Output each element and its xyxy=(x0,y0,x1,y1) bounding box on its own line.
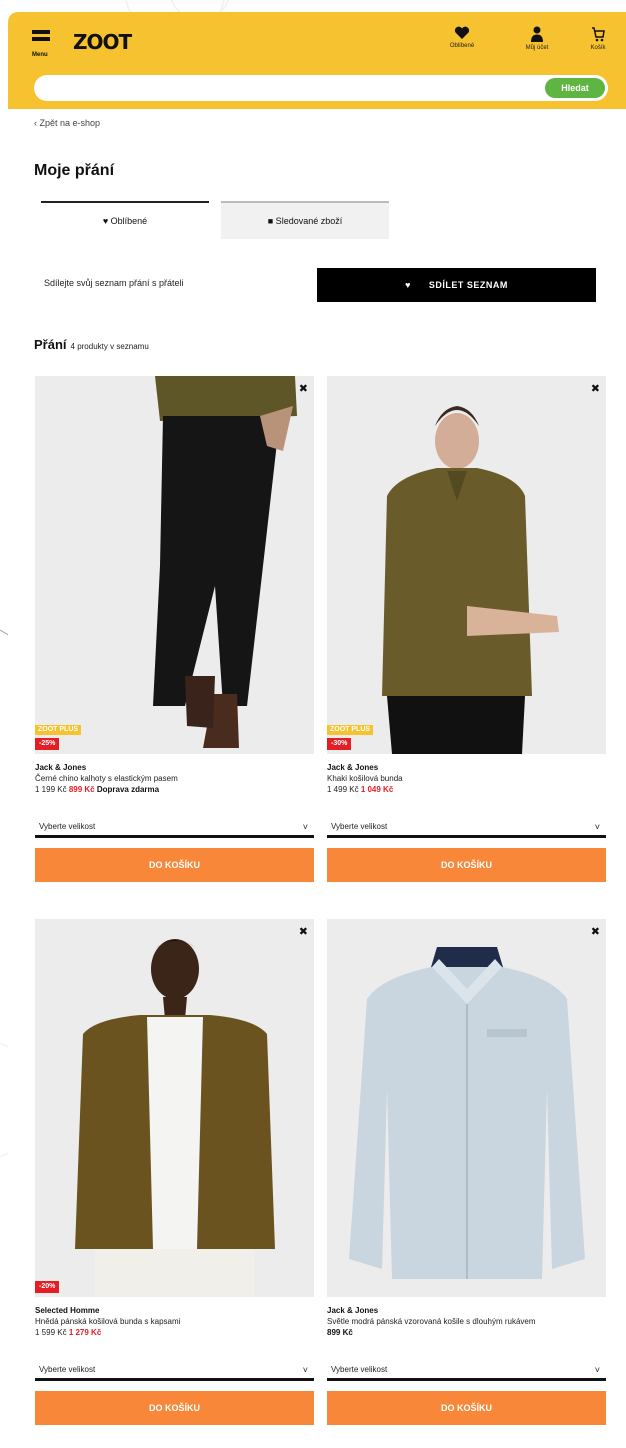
product-price: 1 199 Kč 899 Kč Doprava zdarma xyxy=(35,784,314,795)
wishlist-page: Menu ZOOT Oblíbené Můj účet Košík Hledat xyxy=(8,12,626,1448)
account-link[interactable]: Můj účet xyxy=(515,26,559,51)
product-meta: Selected Homme Hnědá pánská košilová bun… xyxy=(35,1305,314,1338)
heart-icon: ♥ xyxy=(405,280,411,290)
tab-watched[interactable]: ■ Sledované zboží xyxy=(221,201,389,239)
add-to-cart-button[interactable]: DO KOŠÍKU xyxy=(35,848,314,882)
cart-link[interactable]: Košík xyxy=(578,26,618,51)
plus-badge: ZOOT PLUS xyxy=(35,725,82,735)
product-brand: Selected Homme xyxy=(35,1306,100,1315)
product-brand: Jack & Jones xyxy=(35,763,87,772)
product-name[interactable]: Světle modrá pánská vzorovaná košile s d… xyxy=(327,1316,606,1327)
add-to-cart-button[interactable]: DO KOŠÍKU xyxy=(327,1391,606,1425)
size-select[interactable]: Vyberte velikost ˅ xyxy=(327,1359,606,1381)
price-new: 1 279 Kč xyxy=(68,1328,102,1337)
account-label: Můj účet xyxy=(525,45,549,51)
size-select-value: Vyberte velikost xyxy=(331,822,388,831)
heart-icon xyxy=(454,26,470,39)
add-to-cart-button[interactable]: DO KOŠÍKU xyxy=(35,1391,314,1425)
price-old: 1 599 Kč xyxy=(35,1328,67,1337)
chevron-down-icon: ˅ xyxy=(594,1365,600,1375)
product-meta: Jack & Jones Černé chino kalhoty s elast… xyxy=(35,762,314,795)
favorites-link[interactable]: Oblíbené xyxy=(440,26,484,49)
share-button-label: SDÍLET SEZNAM xyxy=(428,280,508,290)
price-note: Doprava zdarma xyxy=(96,785,160,794)
size-select[interactable]: Vyberte velikost ˅ xyxy=(327,816,606,838)
wishlist-tabs: ♥ Oblíbené ■ Sledované zboží xyxy=(41,201,389,239)
product-meta: Jack & Jones Khaki košilová bunda 1 499 … xyxy=(327,762,606,795)
site-header: Menu ZOOT Oblíbené Můj účet Košík Hledat xyxy=(8,12,626,109)
size-select[interactable]: Vyberte velikost ˅ xyxy=(35,816,314,838)
chevron-down-icon: ˅ xyxy=(302,1365,308,1375)
remove-icon[interactable]: ✖ xyxy=(591,382,600,395)
price-new: 899 Kč xyxy=(68,785,95,794)
chevron-down-icon: ˅ xyxy=(302,822,308,832)
price-old: 1 199 Kč xyxy=(35,785,67,794)
zoot-logo[interactable]: ZOOT xyxy=(73,30,132,54)
breadcrumb[interactable]: ‹ Zpět na e-shop xyxy=(34,118,100,128)
product-name[interactable]: Černé chino kalhoty s elastickým pasem xyxy=(35,773,314,784)
product-brand: Jack & Jones xyxy=(327,763,379,772)
page-title: Moje přání xyxy=(34,162,115,179)
menu-label: Menu xyxy=(32,52,48,58)
favorites-label: Oblíbené xyxy=(449,43,475,49)
remove-icon[interactable]: ✖ xyxy=(299,925,308,938)
product-name[interactable]: Hnědá pánská košilová bunda s kapsami xyxy=(35,1316,314,1327)
share-description: Sdílejte svůj seznam přání s přáteli xyxy=(44,278,184,288)
search-button[interactable]: Hledat xyxy=(545,78,605,98)
size-select-value: Vyberte velikost xyxy=(331,1365,388,1374)
size-select[interactable]: Vyberte velikost ˅ xyxy=(35,1359,314,1381)
wishlist-count: Přání 4 produkty v seznamu xyxy=(34,337,149,352)
product-brand: Jack & Jones xyxy=(327,1306,379,1315)
price-old: 1 499 Kč xyxy=(327,785,359,794)
product-image[interactable]: ✖ xyxy=(327,919,606,1297)
price-new: 1 049 Kč xyxy=(360,785,394,794)
product-image[interactable]: ✖ xyxy=(35,376,314,754)
remove-icon[interactable]: ✖ xyxy=(299,382,308,395)
remove-icon[interactable]: ✖ xyxy=(591,925,600,938)
tab-favorites[interactable]: ♥ Oblíbené xyxy=(41,201,209,239)
product-price: 1 599 Kč 1 279 Kč xyxy=(35,1327,314,1338)
share-wishlist-button[interactable]: ♥ SDÍLET SEZNAM xyxy=(317,268,596,302)
discount-badge: -25% xyxy=(35,738,60,750)
size-select-value: Vyberte velikost xyxy=(39,1365,96,1374)
size-select-value: Vyberte velikost xyxy=(39,822,96,831)
price-note: 899 Kč xyxy=(327,1328,353,1337)
count-subtitle: 4 produkty v seznamu xyxy=(70,342,149,351)
product-image[interactable]: ✖ xyxy=(35,919,314,1297)
cart-label: Košík xyxy=(590,45,606,51)
product-photo-trousers xyxy=(35,376,314,754)
discount-badge: -20% xyxy=(35,1281,60,1293)
product-photo-brown-jacket xyxy=(35,919,314,1297)
menu-icon[interactable]: Menu xyxy=(32,30,52,60)
product-photo-patterned-shirt xyxy=(327,919,606,1297)
user-icon xyxy=(531,26,543,42)
add-to-cart-button[interactable]: DO KOŠÍKU xyxy=(327,848,606,882)
product-photo-shirt-jacket xyxy=(327,376,606,754)
product-price: 1 499 Kč 1 049 Kč xyxy=(327,784,606,795)
product-name[interactable]: Khaki košilová bunda xyxy=(327,773,606,784)
product-price: 899 Kč xyxy=(327,1327,606,1338)
product-meta: Jack & Jones Světle modrá pánská vzorova… xyxy=(327,1305,606,1338)
count-title: Přání xyxy=(34,337,67,352)
chevron-down-icon: ˅ xyxy=(594,822,600,832)
plus-badge: ZOOT PLUS xyxy=(327,725,374,735)
search-input[interactable]: Hledat xyxy=(34,75,608,101)
discount-badge: -30% xyxy=(327,738,352,750)
product-image[interactable]: ✖ xyxy=(327,376,606,754)
cart-icon xyxy=(592,27,605,42)
